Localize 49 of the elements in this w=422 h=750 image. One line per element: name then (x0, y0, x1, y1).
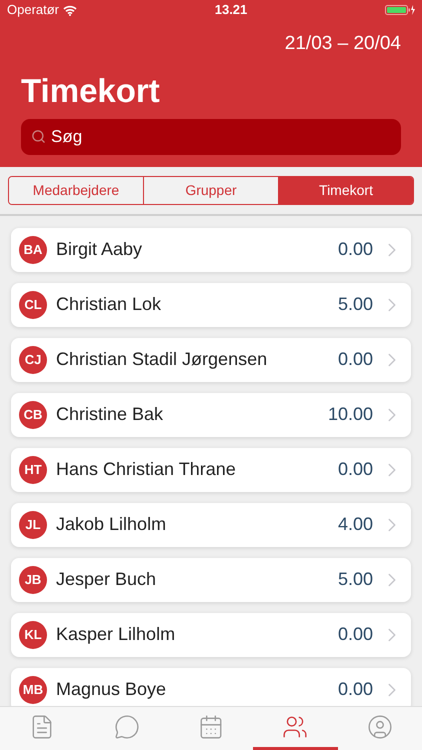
employee-row[interactable]: CJ Christian Stadil Jørgensen 0.00 (11, 338, 411, 382)
employee-name: Jesper Buch (56, 568, 158, 591)
employee-row[interactable]: CL Christian Lok 5.00 (11, 282, 411, 326)
search-field[interactable]: Søg (21, 118, 401, 154)
initials-avatar: MB (19, 676, 47, 704)
employee-row[interactable]: BA Birgit Aaby 0.00 (11, 228, 411, 272)
wifi-icon (63, 4, 78, 16)
battery-icon (385, 4, 415, 16)
hours-value: 5.00 (338, 568, 373, 591)
hours-value: 0.00 (338, 678, 373, 701)
employee-row[interactable]: KL Kasper Lilholm 0.00 (11, 612, 411, 656)
carrier-name: Operatør (7, 1, 60, 20)
employee-row[interactable]: JL Jakob Lilholm 4.00 (11, 502, 411, 546)
hours-value: 10.00 (328, 403, 373, 426)
calendar-icon (198, 714, 224, 740)
initials-avatar: KL (19, 620, 47, 648)
employee-row[interactable]: MB Magnus Boye 0.00 (11, 668, 411, 706)
employee-name: Hans Christian Thrane (56, 458, 237, 481)
employee-name: Christine Bak (56, 403, 164, 426)
hours-value: 0.00 (338, 348, 373, 371)
hours-value: 4.00 (338, 513, 373, 536)
hours-value: 0.00 (338, 623, 373, 646)
people-icon (282, 714, 308, 740)
initials-avatar: HT (19, 456, 47, 484)
employee-row[interactable]: HT Hans Christian Thrane 0.00 (11, 448, 411, 492)
employee-name: Birgit Aaby (56, 238, 144, 261)
initials-avatar: JL (19, 510, 47, 538)
chat-bubble-icon (114, 714, 140, 740)
employee-row[interactable]: JB Jesper Buch 5.00 (11, 558, 411, 602)
hours-value: 0.00 (338, 238, 373, 261)
profile-icon (366, 714, 393, 740)
employee-row[interactable]: CB Christine Bak 10.00 (11, 392, 411, 436)
initials-avatar: BA (19, 236, 47, 264)
initials-avatar: CL (19, 290, 47, 318)
initials-avatar: CJ (19, 346, 47, 374)
employee-name: Kasper Lilholm (56, 623, 176, 646)
search-icon (31, 128, 46, 144)
hours-value: 5.00 (338, 293, 373, 316)
clock-time: 13.21 (214, 1, 248, 20)
page-title: Timekort (21, 70, 161, 110)
employee-name: Christian Stadil Jørgensen (56, 348, 268, 371)
initials-avatar: JB (19, 566, 47, 594)
employee-name: Jakob Lilholm (56, 513, 168, 536)
segment-tab[interactable]: Timekort (278, 176, 413, 204)
hours-value: 0.00 (338, 458, 373, 481)
employee-name: Christian Lok (56, 293, 162, 316)
initials-avatar: CB (19, 400, 47, 428)
employee-name: Magnus Boye (56, 678, 168, 701)
date-range[interactable]: 21/03 – 20/04 (284, 30, 401, 58)
